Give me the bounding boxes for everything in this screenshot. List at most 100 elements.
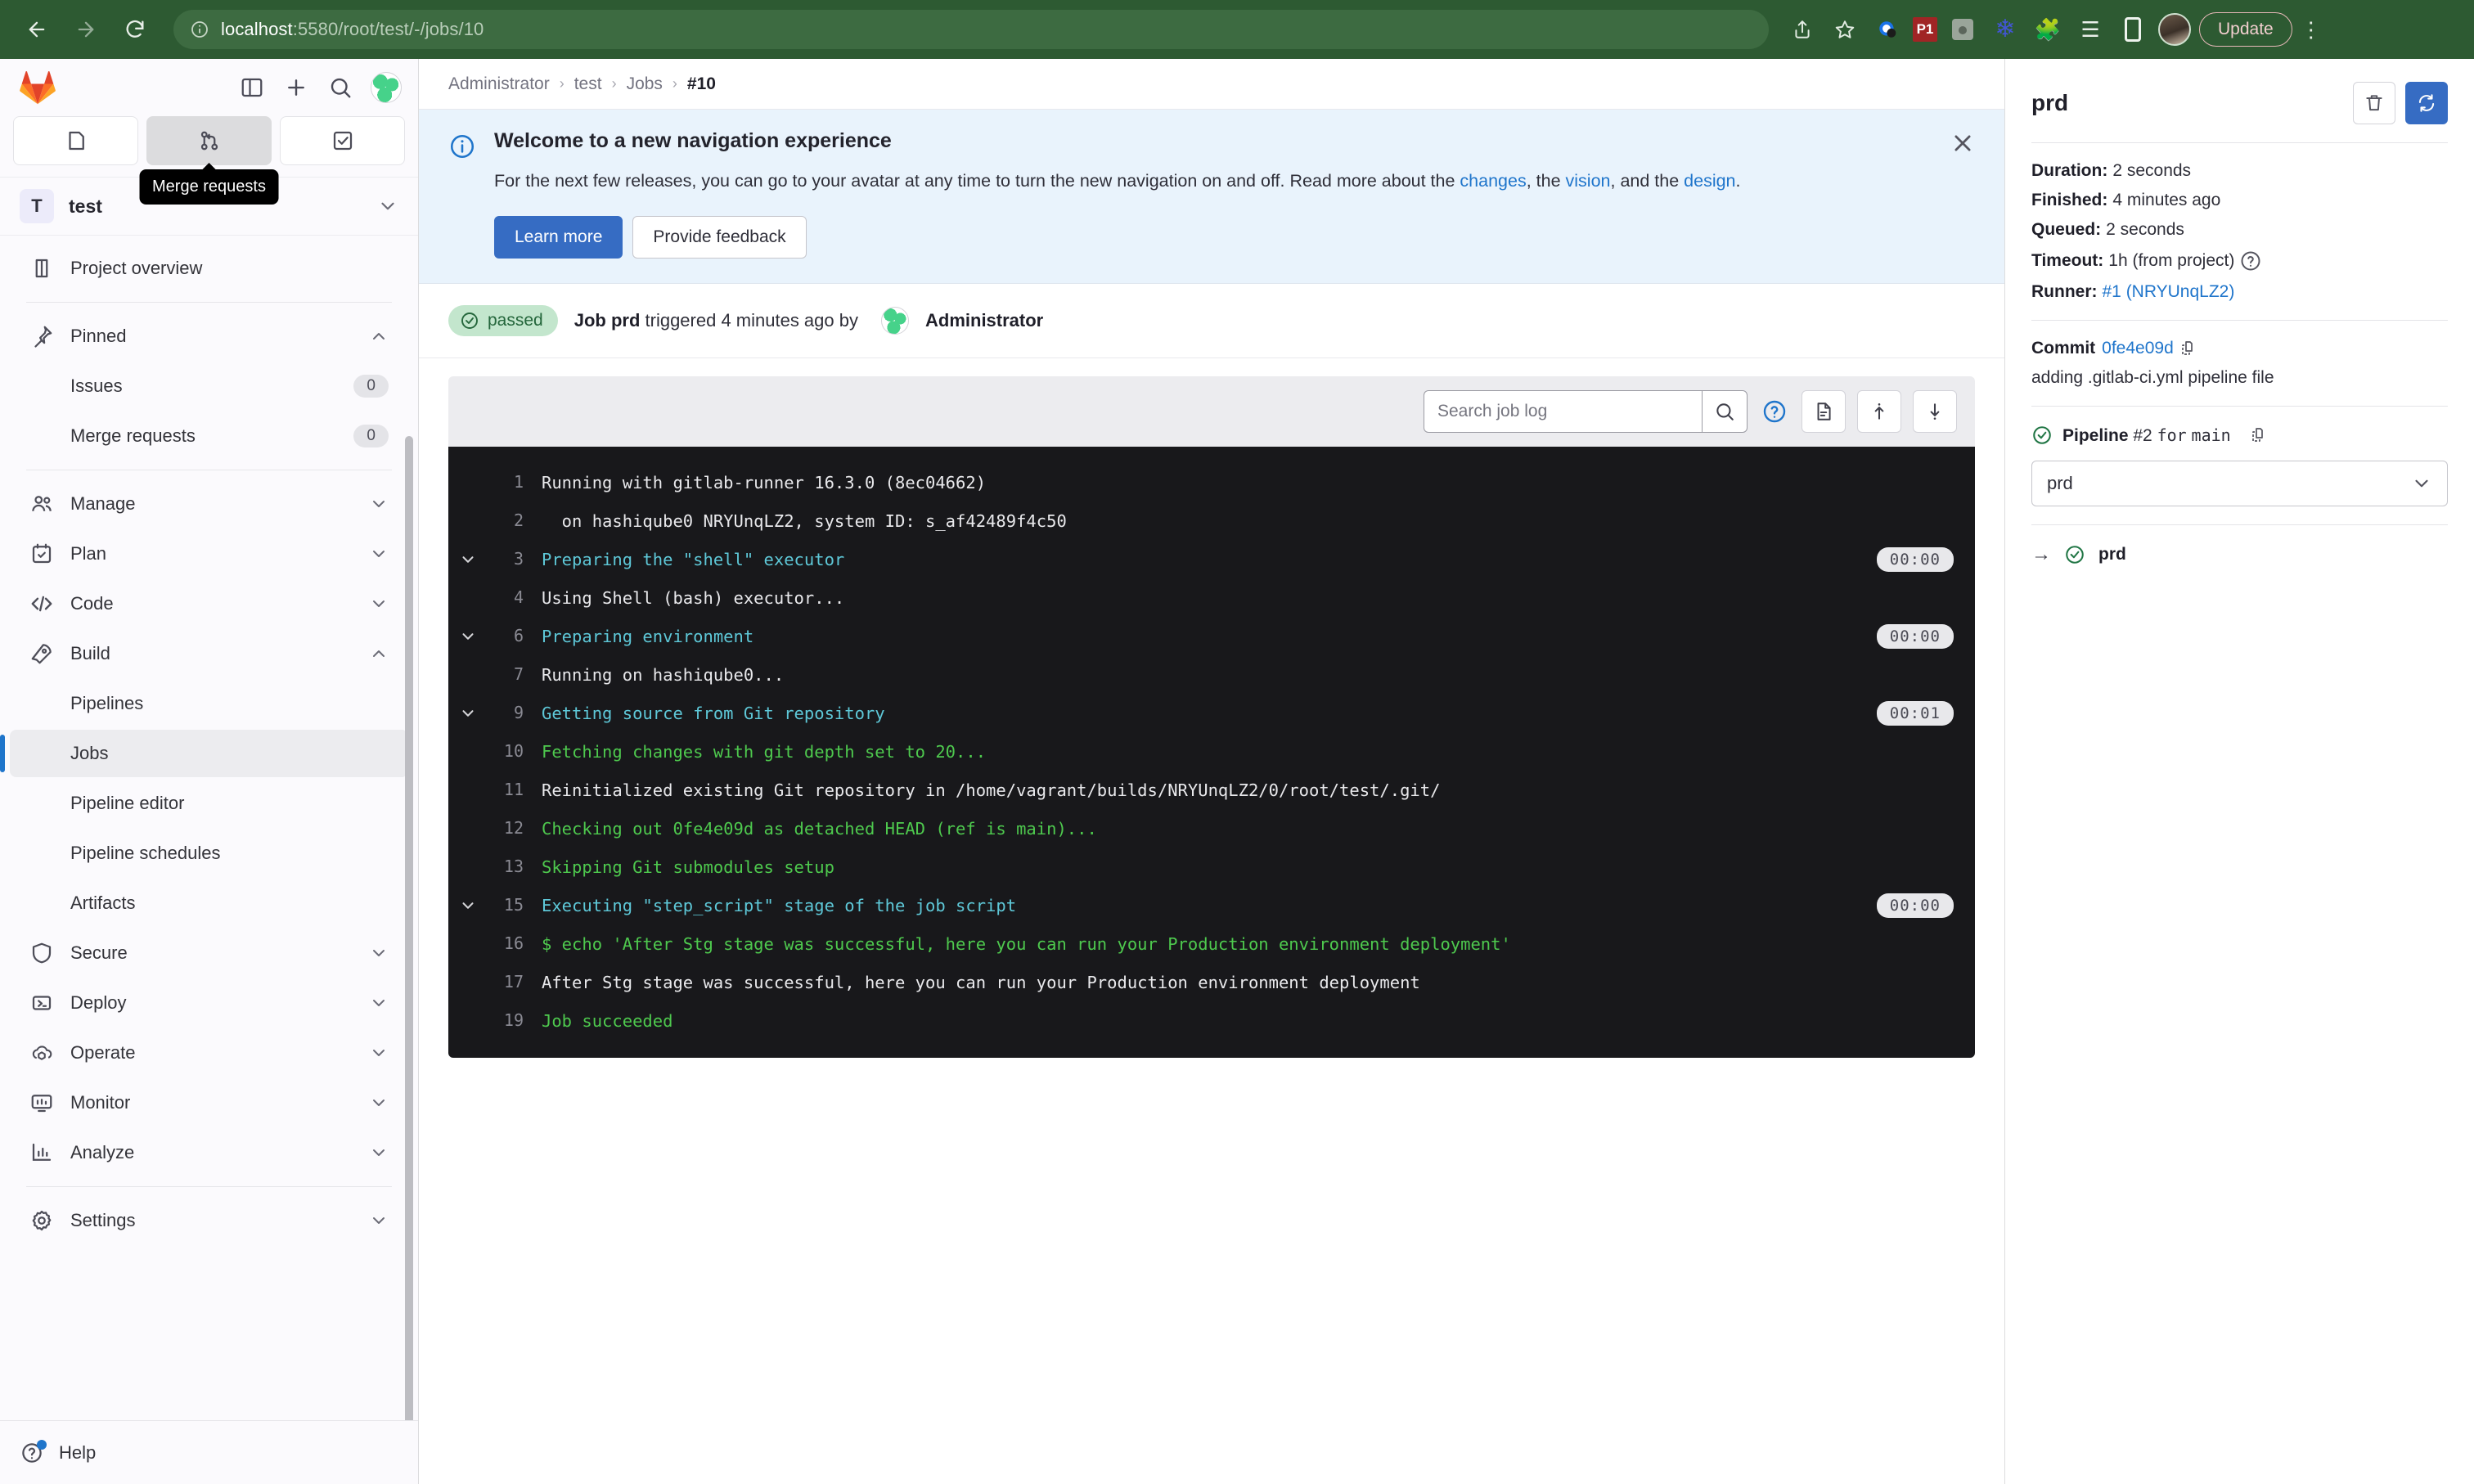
help-circle-icon[interactable]	[1759, 396, 1790, 427]
search-submit-button[interactable]	[1702, 390, 1748, 434]
job-log-terminal[interactable]: 1 Running with gitlab-runner 16.3.0 (8ec0…	[448, 447, 1975, 1059]
job-log-section: 1 Running with gitlab-runner 16.3.0 (8ec0…	[419, 358, 2004, 1484]
sidebar-item-pipelines[interactable]: Pipelines	[10, 680, 408, 727]
scroll-to-top-button[interactable]	[1857, 390, 1901, 434]
duration-label: Duration:	[2031, 161, 2108, 180]
runner-label: Runner:	[2031, 282, 2098, 301]
scroll-to-bottom-button[interactable]	[1913, 390, 1957, 434]
sidebar-item-jobs[interactable]: Jobs	[0, 730, 408, 777]
chevron-down-icon[interactable]	[369, 544, 389, 564]
sidebar-group-manage[interactable]: Manage	[10, 480, 408, 528]
triggerer-name[interactable]: Administrator	[925, 310, 1043, 331]
search-icon[interactable]	[326, 74, 354, 101]
mobile-view-icon[interactable]	[2116, 12, 2150, 47]
chevron-down-icon[interactable]	[369, 1043, 389, 1063]
chevron-down-icon[interactable]	[448, 627, 488, 645]
sidebar-group-pinned[interactable]: Pinned	[10, 313, 408, 360]
stage-job-item[interactable]: → prd	[2031, 543, 2448, 566]
runner-link[interactable]: #1 (NRYUnqLZ2)	[2103, 282, 2235, 302]
sidebar-group-settings[interactable]: Settings	[10, 1197, 408, 1244]
address-bar[interactable]: localhost:5580/root/test/-/jobs/10	[173, 10, 1769, 49]
provide-feedback-button[interactable]: Provide feedback	[632, 216, 807, 259]
close-icon[interactable]	[1950, 131, 1978, 159]
link-design[interactable]: design	[1684, 171, 1735, 191]
share-icon[interactable]	[1785, 12, 1820, 47]
chevron-down-icon[interactable]	[369, 594, 389, 614]
site-info-icon[interactable]	[190, 20, 209, 39]
sidebar-scrollbar[interactable]	[405, 436, 413, 1420]
sidebar-group-deploy[interactable]: Deploy	[10, 979, 408, 1027]
sidebar-group-plan[interactable]: Plan	[10, 530, 408, 578]
sidebar-group-monitor[interactable]: Monitor	[10, 1079, 408, 1126]
chevron-down-icon[interactable]	[448, 704, 488, 722]
chevron-down-icon[interactable]	[448, 897, 488, 915]
commit-sha-link[interactable]: 0fe4e09d	[2102, 339, 2174, 358]
erase-job-button[interactable]	[2353, 82, 2395, 124]
puzzle-extension-icon[interactable]: 🧩	[2031, 12, 2065, 47]
tab-issues[interactable]	[13, 116, 138, 165]
link-changes[interactable]: changes	[1460, 171, 1526, 191]
sidebar-group-operate[interactable]: Operate	[10, 1029, 408, 1077]
breadcrumb-item-jobs[interactable]: Jobs	[627, 74, 663, 94]
gitlab-logo-icon[interactable]	[20, 70, 56, 105]
raw-log-icon[interactable]	[1802, 390, 1846, 434]
breadcrumb-item-administrator[interactable]: Administrator	[448, 74, 550, 94]
browser-menu-icon[interactable]: ⋮	[2301, 19, 2322, 40]
timeout-value: 1h (from project)	[2108, 251, 2235, 270]
chevron-down-icon[interactable]	[369, 1143, 389, 1162]
copy-icon[interactable]	[2179, 339, 2198, 358]
chevron-down-icon[interactable]	[369, 943, 389, 963]
sidebar-group-build[interactable]: Build	[10, 630, 408, 677]
sidebar-item-merge-requests[interactable]: Merge requests 0	[10, 412, 408, 460]
user-avatar[interactable]	[371, 72, 402, 103]
reload-button[interactable]	[113, 7, 157, 52]
chevron-down-icon[interactable]	[369, 993, 389, 1013]
sidebar-item-project-overview[interactable]: Project overview	[10, 245, 408, 292]
breadcrumb-item-project[interactable]: test	[574, 74, 602, 94]
forward-button[interactable]	[64, 7, 108, 52]
sidebar-group-code[interactable]: Code	[10, 580, 408, 627]
log-line[interactable]: 6 Preparing environment 00:00	[448, 617, 1975, 655]
sidebar-item-pipeline-schedules[interactable]: Pipeline schedules	[10, 830, 408, 877]
tab-merge-requests[interactable]: Merge requests	[139, 116, 279, 205]
chevron-down-icon[interactable]	[369, 1211, 389, 1230]
chevron-down-icon[interactable]	[369, 1093, 389, 1113]
retry-job-button[interactable]	[2405, 82, 2448, 124]
playlist-extension-icon[interactable]: ☰	[2073, 12, 2107, 47]
copy-icon[interactable]	[2249, 425, 2269, 445]
sidebar-item-pipeline-editor[interactable]: Pipeline editor	[10, 780, 408, 827]
privacy-extension-icon[interactable]	[1870, 12, 1905, 47]
sidebar-item-artifacts[interactable]: Artifacts	[10, 879, 408, 927]
sidebar-group-analyze[interactable]: Analyze	[10, 1129, 408, 1176]
learn-more-button[interactable]: Learn more	[494, 216, 623, 259]
search-input[interactable]	[1424, 390, 1702, 434]
chevron-down-icon[interactable]	[369, 494, 389, 514]
flower-extension-icon[interactable]: ❄	[1988, 12, 2022, 47]
bookmark-star-icon[interactable]	[1828, 12, 1862, 47]
update-button[interactable]: Update	[2199, 12, 2292, 47]
info-icon	[448, 133, 476, 160]
toggle-sidebar-icon[interactable]	[238, 74, 266, 101]
log-line[interactable]: 9 Getting source from Git repository 00:01	[448, 694, 1975, 732]
sidebar-help[interactable]: Help	[0, 1420, 418, 1484]
link-vision[interactable]: vision	[1566, 171, 1611, 191]
back-button[interactable]	[15, 7, 59, 52]
chevron-up-icon[interactable]	[369, 644, 389, 663]
sidebar-item-issues[interactable]: Issues 0	[10, 362, 408, 410]
triggerer-avatar[interactable]	[881, 307, 909, 335]
stage-select[interactable]: prd	[2031, 461, 2448, 506]
new-item-plus-icon[interactable]	[282, 74, 310, 101]
chevron-down-icon[interactable]	[448, 551, 488, 569]
finished-label: Finished:	[2031, 191, 2108, 209]
camera-extension-icon[interactable]	[1945, 12, 1980, 47]
pipeline-number[interactable]: #2	[2133, 426, 2152, 445]
browser-profile-avatar[interactable]	[2158, 13, 2191, 46]
tab-todos[interactable]	[280, 116, 405, 165]
p1-extension-icon[interactable]: P1	[1913, 17, 1937, 42]
chevron-up-icon[interactable]	[369, 326, 389, 346]
timeout-help-icon[interactable]	[2239, 250, 2262, 272]
chevron-down-icon[interactable]	[377, 196, 398, 217]
log-line[interactable]: 15 Executing "step_script" stage of the j…	[448, 886, 1975, 924]
log-line[interactable]: 3 Preparing the "shell" executor 00:00	[448, 540, 1975, 578]
sidebar-group-secure[interactable]: Secure	[10, 929, 408, 977]
